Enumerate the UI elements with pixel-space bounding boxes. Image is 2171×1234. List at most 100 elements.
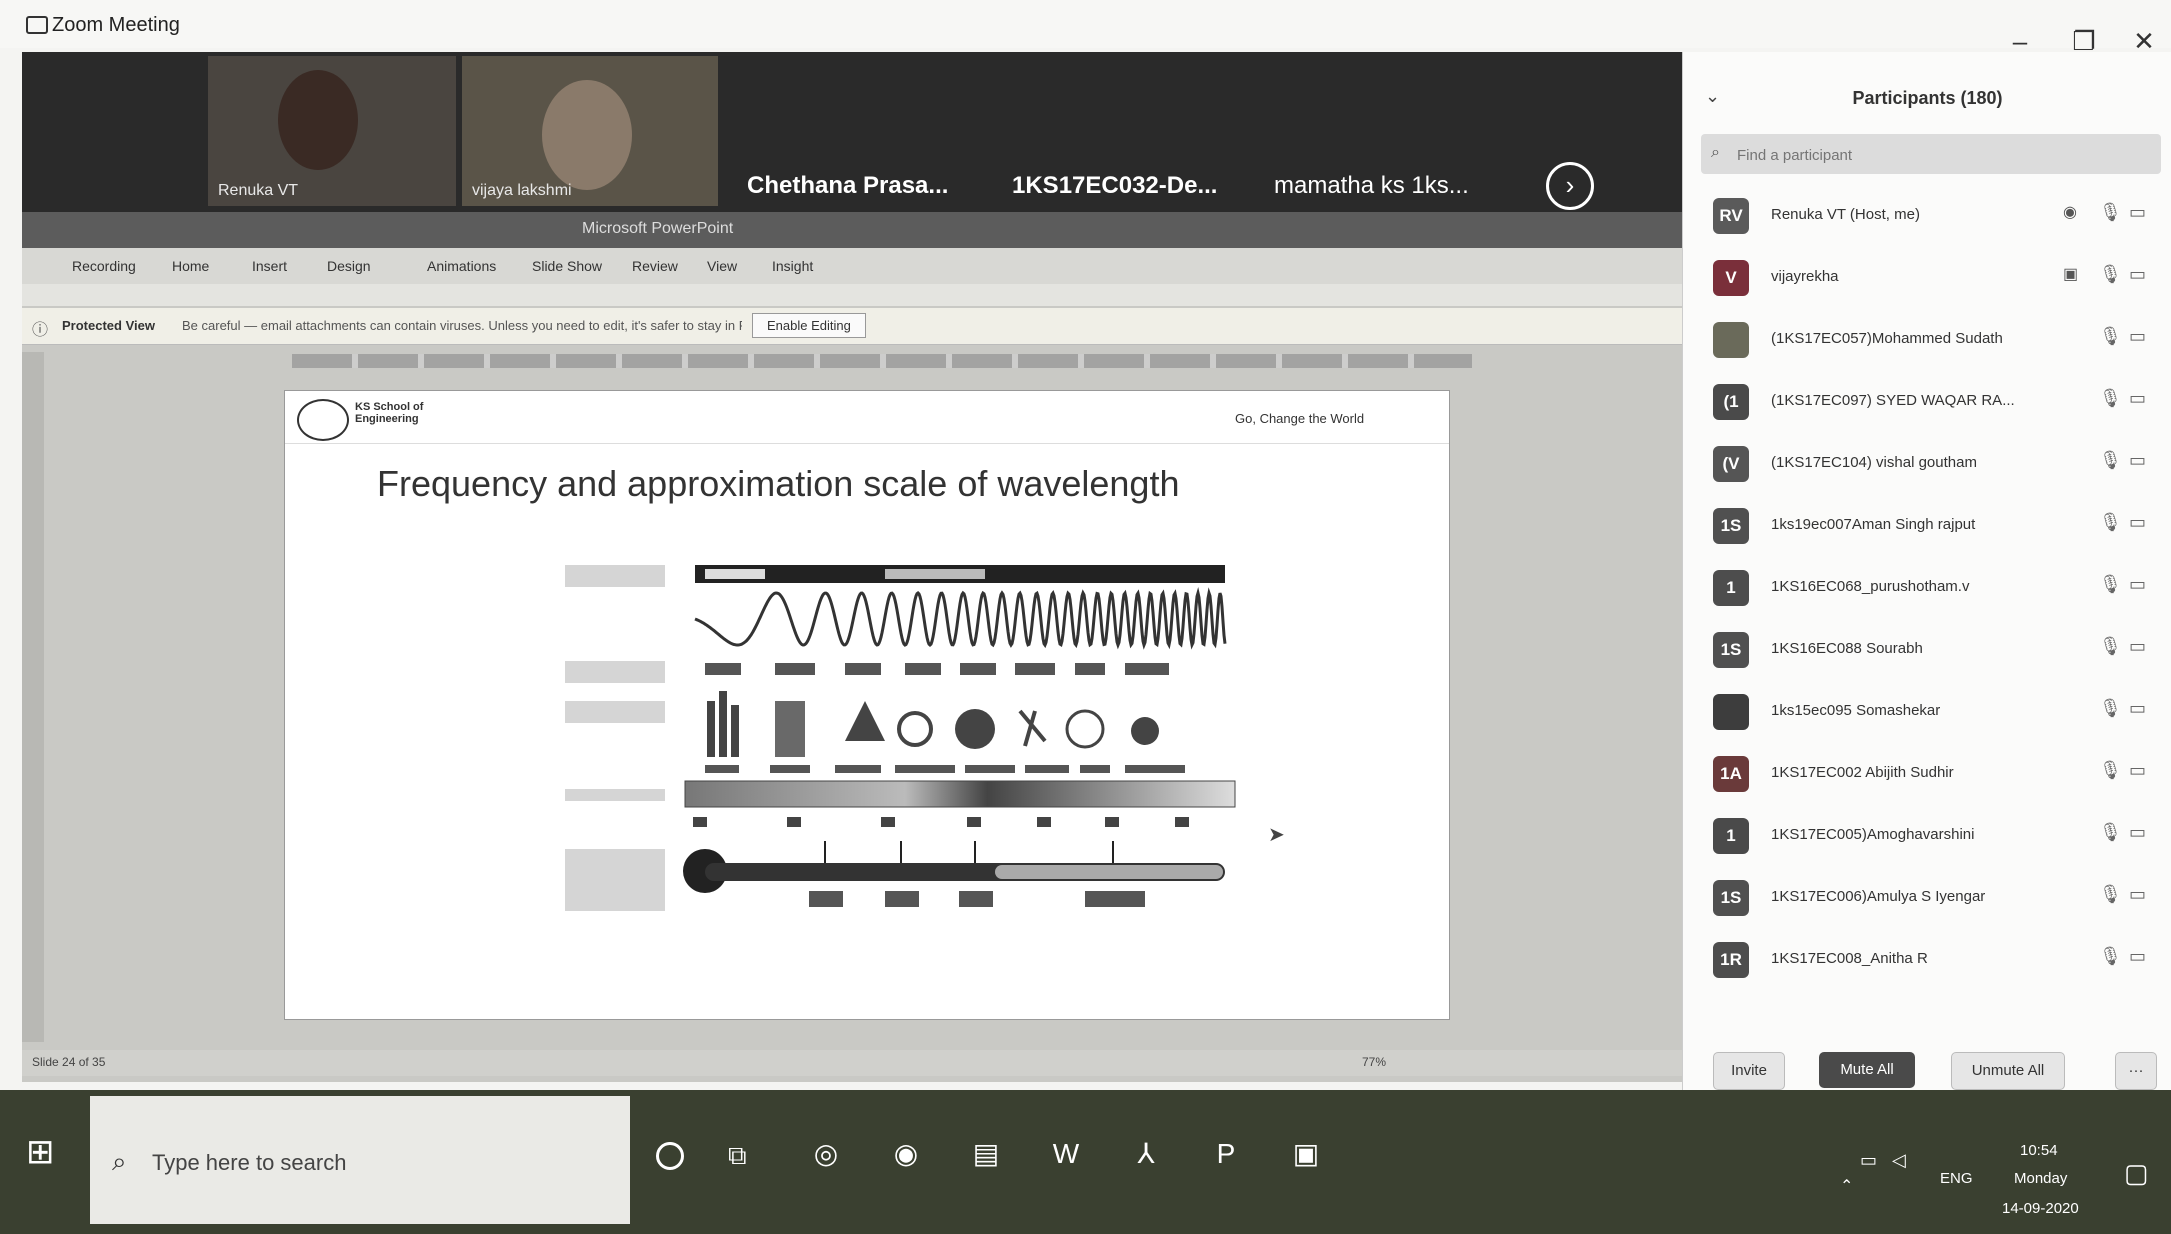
participant-search[interactable]: ⌕ <box>1701 134 2161 174</box>
ppt-tab[interactable]: Design <box>327 258 371 274</box>
video-tile-name: Renuka VT <box>218 182 299 199</box>
search-icon: ⌕ <box>1711 144 1720 161</box>
video-off-icon[interactable]: ▭ <box>2129 264 2146 285</box>
name-tile[interactable]: Chethana Prasa... <box>747 172 948 200</box>
participant-name: (1KS17EC104) vishal goutham <box>1771 454 1977 471</box>
ppt-tab[interactable]: View <box>707 258 737 274</box>
participant-row[interactable]: 1 1KS16EC068_purushotham.v 🎙 ▭ <box>1683 556 2171 618</box>
ppt-titlebar: Microsoft PowerPoint <box>22 212 1682 248</box>
ppt-tab[interactable]: Insight <box>772 258 813 274</box>
notification-icon[interactable]: ▢ <box>2124 1158 2149 1189</box>
participant-row[interactable]: 1ks15ec095 Somashekar 🎙 ▭ <box>1683 680 2171 742</box>
enable-editing-button[interactable]: Enable Editing <box>752 313 866 338</box>
ppt-tab[interactable]: Home <box>172 258 209 274</box>
windows-start-icon[interactable]: ⊞ <box>26 1132 55 1172</box>
video-tile[interactable]: Renuka VT <box>208 56 456 206</box>
unmute-all-button[interactable]: Unmute All <box>1951 1052 2065 1090</box>
participant-row[interactable]: 1S 1ks19ec007Aman Singh rajput 🎙 ▭ <box>1683 494 2171 556</box>
language-indicator[interactable]: ENG <box>1940 1170 1973 1187</box>
slide-link-row <box>292 354 1472 368</box>
video-off-icon[interactable]: ▭ <box>2129 946 2146 967</box>
participant-avatar: 1 <box>1713 818 1749 854</box>
participant-avatar: 1 <box>1713 570 1749 606</box>
mute-all-button[interactable]: Mute All <box>1819 1052 1915 1088</box>
participant-name: 1KS17EC006)Amulya S Iyengar <box>1771 888 1986 905</box>
participant-avatar: (1 <box>1713 384 1749 420</box>
chevron-right-icon[interactable]: › <box>1546 162 1594 210</box>
participant-name: 1ks19ec007Aman Singh rajput <box>1771 516 1976 533</box>
acrobat-icon[interactable]: ⅄ <box>1120 1130 1172 1178</box>
mic-muted-icon[interactable]: 🎙 <box>2099 450 2122 471</box>
mic-muted-icon[interactable]: 🎙 <box>2099 698 2122 719</box>
ppt-tab[interactable]: Animations <box>427 258 496 274</box>
mic-muted-icon[interactable]: 🎙 <box>2099 760 2122 781</box>
file-explorer-icon[interactable]: ▤ <box>960 1130 1012 1178</box>
video-off-icon[interactable]: ▭ <box>2129 512 2146 533</box>
video-off-icon[interactable]: ▭ <box>2129 760 2146 781</box>
college-name: KS School of Engineering <box>355 401 424 425</box>
mic-muted-icon[interactable]: 🎙 <box>2099 946 2122 967</box>
clock-time[interactable]: 10:54 <box>2020 1142 2058 1159</box>
participant-row[interactable]: 1A 1KS17EC002 Abijith Sudhir 🎙 ▭ <box>1683 742 2171 804</box>
slide-thumbnail-panel[interactable] <box>22 352 44 1042</box>
participant-search-input[interactable] <box>1735 142 2139 168</box>
more-options-button[interactable]: ··· <box>2115 1052 2157 1090</box>
participant-avatar <box>1713 322 1749 358</box>
slide-counter: Slide 24 of 35 <box>32 1055 106 1069</box>
taskbar-search[interactable]: ⌕ Type here to search <box>90 1096 630 1224</box>
cortana-icon[interactable] <box>656 1142 684 1170</box>
chevron-up-icon[interactable]: ⌃ <box>1840 1176 1853 1196</box>
participant-row[interactable]: (1 (1KS17EC097) SYED WAQAR RA... 🎙 ▭ <box>1683 370 2171 432</box>
powerpoint-icon[interactable]: P <box>1200 1130 1252 1178</box>
video-off-icon[interactable]: ▭ <box>2129 326 2146 347</box>
mic-muted-icon[interactable]: 🎙 <box>2099 388 2122 409</box>
invite-button[interactable]: Invite <box>1713 1052 1785 1090</box>
participant-name: 1KS17EC008_Anitha R <box>1771 950 1928 967</box>
name-tile[interactable]: 1KS17EC032-De... <box>1012 172 1217 200</box>
mic-muted-icon[interactable]: 🎙 <box>2099 822 2122 843</box>
taskbar-search-placeholder: Type here to search <box>152 1150 347 1175</box>
mic-muted-icon[interactable]: 🎙 <box>2099 512 2122 533</box>
ppt-tab[interactable]: Slide Show <box>532 258 602 274</box>
participant-row[interactable]: 1 1KS17EC005)Amoghavarshini 🎙 ▭ <box>1683 804 2171 866</box>
word-icon[interactable]: W <box>1040 1130 1092 1178</box>
video-off-icon[interactable]: ▭ <box>2129 884 2146 905</box>
network-icon[interactable]: ▭ <box>1860 1150 1877 1171</box>
video-off-icon[interactable]: ▭ <box>2129 574 2146 595</box>
participant-row[interactable]: Vvijayrekha ▣ 🎙 ▭ <box>1683 246 2171 308</box>
edge-icon[interactable]: ◉ <box>880 1130 932 1178</box>
participant-row[interactable]: (1KS17EC057)Mohammed Sudath 🎙 ▭ <box>1683 308 2171 370</box>
name-tile[interactable]: mamatha ks 1ks... <box>1274 172 1469 200</box>
video-off-icon[interactable]: ▭ <box>2129 636 2146 657</box>
ppt-tab[interactable]: Review <box>632 258 678 274</box>
zoom-level[interactable]: 77% <box>1362 1055 1386 1069</box>
participant-avatar <box>1713 694 1749 730</box>
video-off-icon[interactable]: ▭ <box>2129 698 2146 719</box>
window-titlebar: Zoom Meeting – ❐ ✕ <box>0 0 2171 56</box>
ppt-tab[interactable]: Insert <box>252 258 287 274</box>
mic-muted-icon[interactable]: 🎙 <box>2099 636 2122 657</box>
volume-icon[interactable]: ◁ <box>1892 1150 1906 1171</box>
video-off-icon[interactable]: ▭ <box>2129 202 2146 223</box>
zoom-taskbar-icon[interactable]: ▣ <box>1280 1130 1332 1178</box>
mic-muted-icon[interactable]: 🎙 <box>2099 884 2122 905</box>
video-tile-name: vijaya lakshmi <box>472 182 572 199</box>
mic-muted-icon[interactable]: 🎙 <box>2099 264 2122 285</box>
participant-row[interactable]: 1S 1KS16EC088 Sourabh 🎙 ▭ <box>1683 618 2171 680</box>
clock-date[interactable]: 14-09-2020 <box>2002 1200 2079 1217</box>
mic-muted-icon[interactable]: 🎙 <box>2099 574 2122 595</box>
task-view-icon[interactable]: ⧉ <box>728 1140 747 1172</box>
participant-row[interactable]: 1S 1KS17EC006)Amulya S Iyengar 🎙 ▭ <box>1683 866 2171 928</box>
video-tile[interactable]: vijaya lakshmi <box>462 56 718 206</box>
participant-row[interactable]: RV Renuka VT (Host, me) ◉ 🎙 ▭ <box>1683 184 2171 246</box>
mic-muted-icon[interactable]: 🎙 <box>2099 326 2122 347</box>
video-off-icon[interactable]: ▭ <box>2129 450 2146 471</box>
clock-day[interactable]: Monday <box>2014 1170 2067 1187</box>
mic-muted-icon[interactable]: 🎙 <box>2099 202 2122 223</box>
participant-row[interactable]: 1R 1KS17EC008_Anitha R 🎙 ▭ <box>1683 928 2171 990</box>
chrome-icon[interactable]: ◎ <box>800 1130 852 1178</box>
ppt-tab[interactable]: Recording <box>72 258 136 274</box>
participant-row[interactable]: (V (1KS17EC104) vishal goutham 🎙 ▭ <box>1683 432 2171 494</box>
video-off-icon[interactable]: ▭ <box>2129 388 2146 409</box>
video-off-icon[interactable]: ▭ <box>2129 822 2146 843</box>
